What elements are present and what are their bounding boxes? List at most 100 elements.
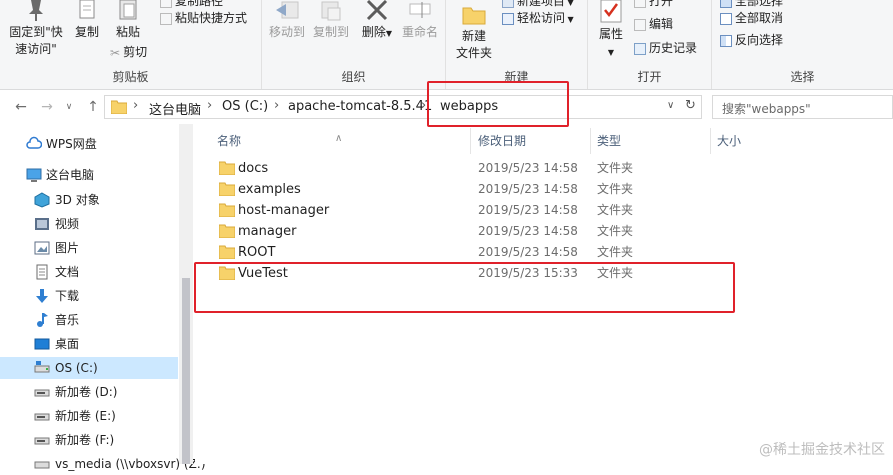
sort-ascending-icon: ∧ xyxy=(335,133,343,144)
invert-selection-button[interactable]: 反向选择 xyxy=(720,30,783,50)
up-button[interactable]: ↑ xyxy=(84,98,102,116)
copy-button[interactable]: 复制 xyxy=(70,0,104,41)
breadcrumb-this-pc[interactable]: 这台电脑 xyxy=(149,99,201,118)
nav-item-music[interactable]: 音乐 xyxy=(0,309,178,331)
drive-icon xyxy=(34,389,50,397)
nav-item-label: 文档 xyxy=(55,265,80,279)
file-row[interactable]: docs 2019/5/23 14:58 文件夹 xyxy=(211,158,731,179)
nav-item-3d-objects[interactable]: 3D 对象 xyxy=(0,189,178,211)
back-button[interactable]: ← xyxy=(12,98,30,116)
forward-button[interactable]: → xyxy=(38,98,56,116)
delete-button[interactable]: 删除▼ xyxy=(360,0,394,42)
file-row[interactable]: manager 2019/5/23 14:58 文件夹 xyxy=(211,221,731,242)
computer-icon xyxy=(26,168,42,182)
navigation-pane: WPS网盘 这台电脑 3D 对象 视频 图片 文档 下载 音乐 桌面 OS (C… xyxy=(0,124,206,471)
rename-button[interactable]: 重命名 xyxy=(400,0,440,41)
open-group-label: 打开 xyxy=(637,70,662,84)
desktop-icon xyxy=(34,338,50,350)
easy-access-button[interactable]: 轻松访问 ▼ xyxy=(502,8,574,28)
address-dropdown-icon[interactable]: ∨ xyxy=(667,100,674,111)
file-date: 2019/5/23 14:58 xyxy=(478,245,578,259)
forward-arrow-icon: → xyxy=(41,99,53,115)
new-folder-label-1: 新建 xyxy=(461,29,486,43)
nav-item-network-z[interactable]: vs_media (\\vboxsvr) (Z:) xyxy=(0,453,206,475)
history-icon xyxy=(634,42,646,55)
paste-button[interactable]: 粘贴 xyxy=(108,0,148,41)
copy-to-button[interactable]: 复制到 xyxy=(310,0,352,41)
file-row[interactable]: examples 2019/5/23 14:58 文件夹 xyxy=(211,179,731,200)
file-row[interactable]: ROOT 2019/5/23 14:58 文件夹 xyxy=(211,242,731,263)
clipboard-group-label: 剪贴板 xyxy=(112,70,149,84)
file-type: 文件夹 xyxy=(597,182,634,196)
search-box[interactable]: 搜索"webapps" xyxy=(712,95,893,119)
breadcrumb-apache-tomcat[interactable]: apache-tomcat-8.5.41 xyxy=(288,99,432,114)
cut-label: 剪切 xyxy=(123,45,148,59)
chevron-down-icon: ∨ xyxy=(65,102,73,112)
edit-button[interactable]: 编辑 xyxy=(634,14,673,34)
new-folder-button[interactable]: 新建 文件夹 xyxy=(452,4,496,62)
nav-item-volume-d[interactable]: 新加卷 (D:) xyxy=(0,381,178,403)
properties-dropdown-icon: ▼ xyxy=(607,48,615,57)
properties-button[interactable]: 属性 ▼ xyxy=(594,0,628,61)
new-folder-icon xyxy=(462,7,486,25)
column-header-type[interactable]: 类型 xyxy=(591,128,711,154)
column-header-size[interactable]: 大小 xyxy=(711,128,811,154)
nav-item-downloads[interactable]: 下载 xyxy=(0,285,178,307)
nav-item-label: 3D 对象 xyxy=(55,193,100,207)
move-to-button[interactable]: 移动到 xyxy=(266,0,308,41)
properties-icon xyxy=(600,0,622,23)
paste-shortcut-button[interactable]: 粘贴快捷方式 xyxy=(160,8,247,28)
delete-label: 删除 xyxy=(361,25,386,39)
highlight-box-vuetest xyxy=(194,262,735,313)
folder-icon xyxy=(219,161,235,175)
nav-item-this-pc[interactable]: 这台电脑 xyxy=(0,164,178,186)
nav-item-documents[interactable]: 文档 xyxy=(0,261,178,283)
nav-item-label: WPS网盘 xyxy=(46,137,97,151)
column-header-date-label: 修改日期 xyxy=(478,134,527,148)
select-none-button[interactable]: 全部取消 xyxy=(720,8,783,28)
recent-locations-button[interactable]: ∨ xyxy=(60,98,78,116)
address-bar[interactable]: › 这台电脑 › OS (C:) › apache-tomcat-8.5.41 … xyxy=(104,95,702,119)
breadcrumb-separator-icon: › xyxy=(133,98,139,113)
nav-item-wps-cloud[interactable]: WPS网盘 xyxy=(0,133,178,155)
breadcrumb-os-c[interactable]: OS (C:) xyxy=(222,99,268,114)
nav-item-volume-f[interactable]: 新加卷 (F:) xyxy=(0,429,178,451)
search-placeholder: 搜索"webapps" xyxy=(722,102,811,116)
rename-icon xyxy=(409,2,431,18)
download-icon xyxy=(36,289,48,303)
network-drive-icon xyxy=(34,461,50,469)
file-name: manager xyxy=(238,224,297,239)
music-icon xyxy=(37,313,48,327)
scrollbar-thumb[interactable] xyxy=(182,278,190,464)
edit-label: 编辑 xyxy=(649,17,674,31)
document-icon xyxy=(36,264,48,280)
pin-label-1: 固定到"快 xyxy=(9,25,63,39)
nav-item-videos[interactable]: 视频 xyxy=(0,213,178,235)
cut-button[interactable]: ✂ 剪切 xyxy=(110,42,147,62)
nav-item-volume-e[interactable]: 新加卷 (E:) xyxy=(0,405,178,427)
drive-icon xyxy=(34,413,50,421)
video-icon xyxy=(35,218,49,230)
easy-access-dropdown-icon: ▼ xyxy=(565,15,574,24)
open-label: 打开 xyxy=(649,0,674,8)
new-item-icon xyxy=(502,0,514,8)
refresh-icon[interactable]: ↻ xyxy=(685,98,696,113)
nav-item-pictures[interactable]: 图片 xyxy=(0,237,178,259)
column-header-name[interactable]: ∧ 名称 xyxy=(195,128,471,154)
column-header-size-label: 大小 xyxy=(717,134,742,148)
invert-selection-label: 反向选择 xyxy=(735,33,784,47)
ribbon: 固定到"快 速访问" 复制 粘贴 复制路径 粘贴快捷方式 ✂ 剪切 剪贴板 移动到 xyxy=(0,0,893,90)
open-button[interactable]: 打开 xyxy=(634,0,673,11)
nav-item-label: 音乐 xyxy=(55,313,80,327)
move-to-icon xyxy=(276,1,299,19)
column-header-type-label: 类型 xyxy=(597,134,622,148)
column-header-date[interactable]: 修改日期 xyxy=(471,128,591,154)
nav-item-desktop[interactable]: 桌面 xyxy=(0,333,178,355)
paste-shortcut-icon xyxy=(160,12,172,25)
select-group-label: 选择 xyxy=(790,70,815,84)
file-row[interactable]: host-manager 2019/5/23 14:58 文件夹 xyxy=(211,200,731,221)
nav-item-os-c[interactable]: OS (C:) xyxy=(0,357,178,379)
navigation-pane-scrollbar[interactable] xyxy=(179,124,193,464)
history-button[interactable]: 历史记录 xyxy=(634,38,697,58)
pin-to-quick-access-button[interactable]: 固定到"快 速访问" xyxy=(4,0,68,58)
